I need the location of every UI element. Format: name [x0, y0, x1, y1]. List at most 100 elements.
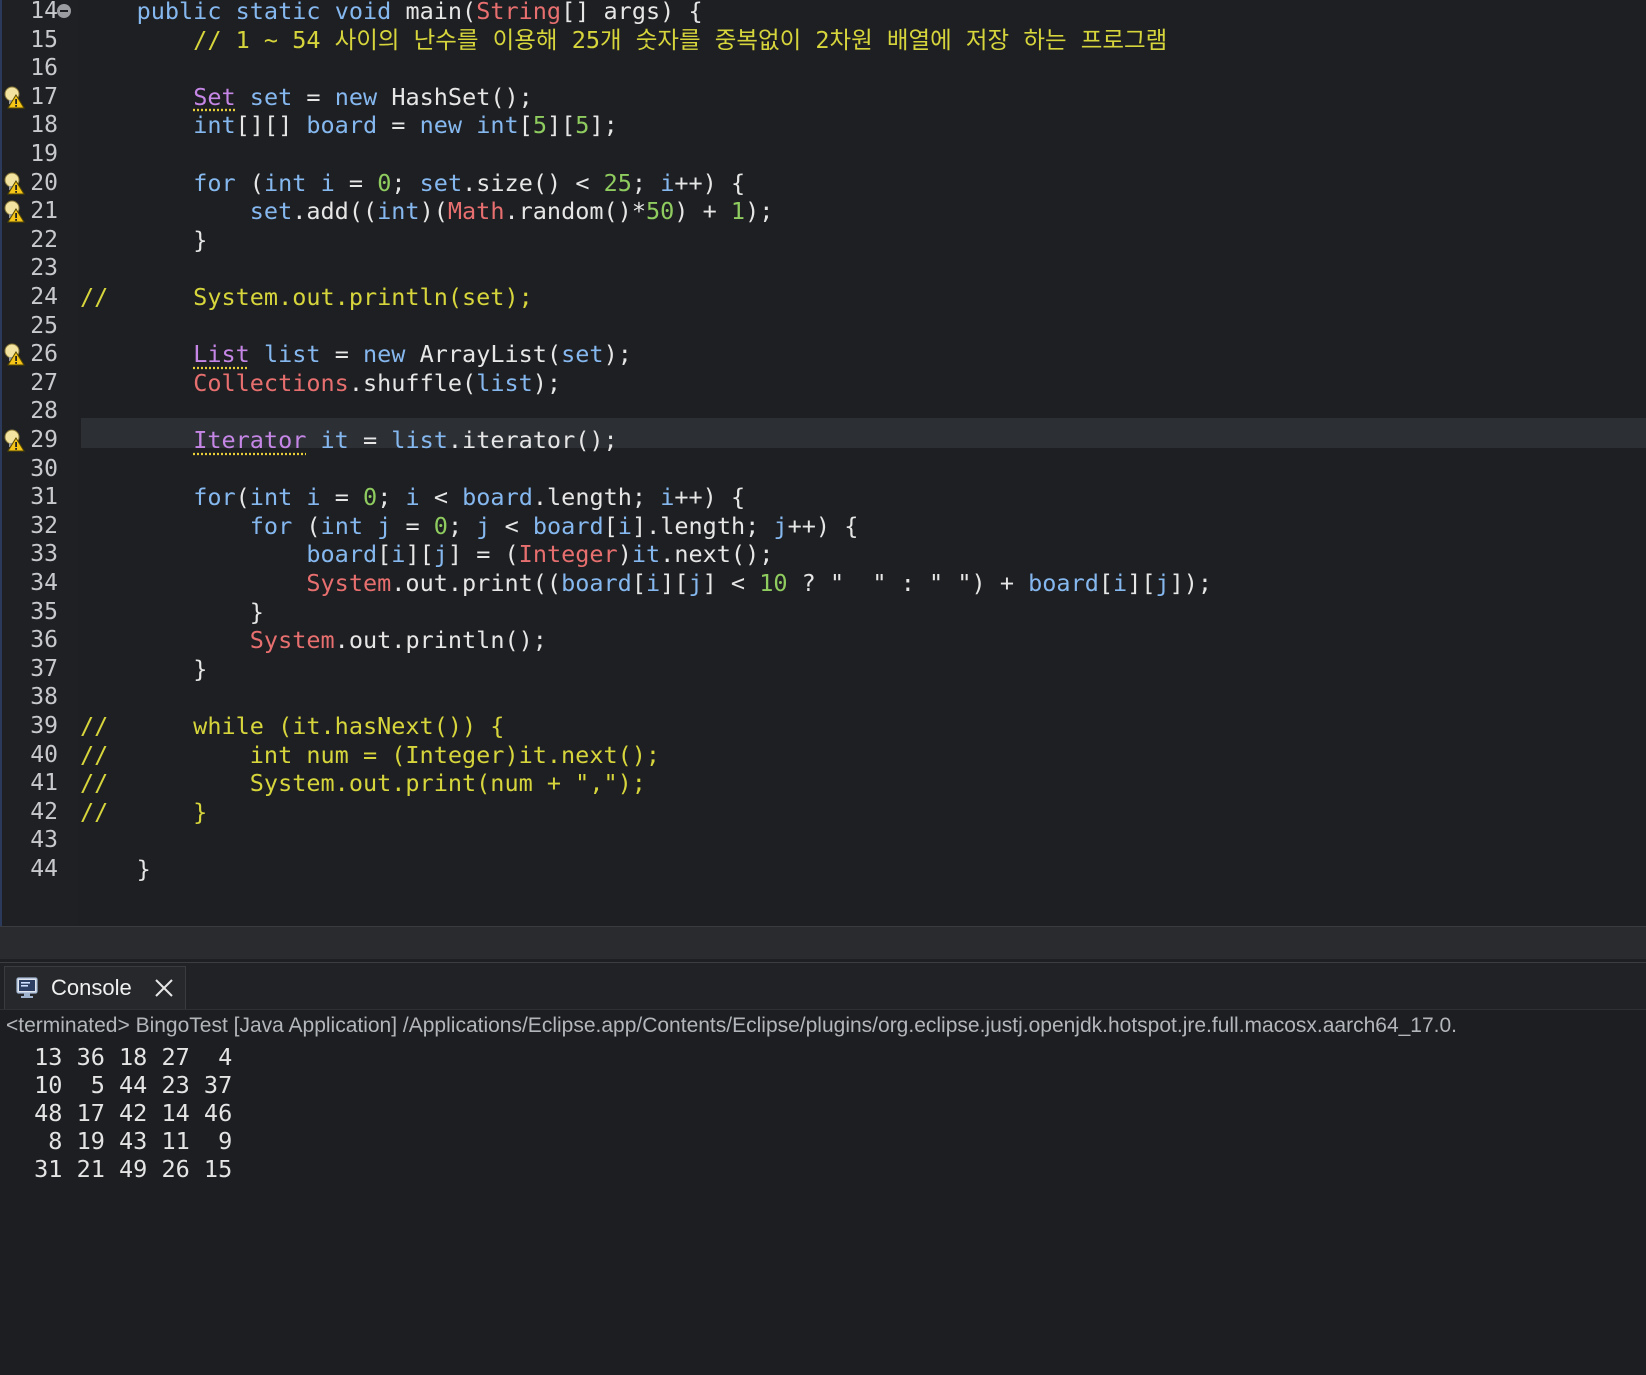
lightbulb-warning-icon[interactable] — [2, 342, 26, 366]
lightbulb-warning-icon[interactable] — [2, 171, 26, 195]
code-text: System.out.print((board[i][j] < 10 ? " "… — [80, 568, 1212, 598]
code-text: for (int i = 0; set.size() < 25; i++) { — [80, 168, 745, 198]
line-number: 30 — [18, 454, 58, 484]
console-output-line: 13 36 18 27 4 — [20, 1043, 232, 1071]
code-text: Collections.shuffle(list); — [80, 368, 561, 398]
line-number: 27 — [18, 368, 58, 398]
lightbulb-warning-icon[interactable] — [2, 428, 26, 452]
code-text: // 1 ~ 54 사이의 난수를 이용해 25개 숫자를 중복없이 2차원 배… — [80, 25, 1167, 55]
line-number: 37 — [18, 654, 58, 684]
code-text: Iterator it = list.iterator(); — [80, 425, 618, 455]
lightbulb-warning-icon[interactable] — [2, 85, 26, 109]
code-text: board[i][j] = (Integer)it.next(); — [80, 539, 773, 569]
console-output-line: 8 19 43 11 9 — [20, 1127, 232, 1155]
console-tab-bar: Console — [0, 963, 1646, 1010]
code-text: List list = new ArrayList(set); — [80, 339, 632, 369]
code-line[interactable]: 31 for(int i = 0; i < board.length; i++)… — [0, 482, 1646, 512]
code-line[interactable]: 41 // System.out.print(num + ","); — [0, 768, 1646, 798]
code-line[interactable]: 27 Collections.shuffle(list); — [0, 368, 1646, 398]
code-line[interactable]: 25 — [0, 311, 1646, 341]
code-line[interactable]: 43 — [0, 825, 1646, 855]
code-text: for(int i = 0; i < board.length; i++) { — [80, 482, 745, 512]
tab-console[interactable]: Console — [4, 966, 186, 1009]
console-panel: Console <terminated> BingoTest [Java App… — [0, 962, 1646, 1375]
code-line[interactable]: 33 board[i][j] = (Integer)it.next(); — [0, 539, 1646, 569]
code-line[interactable]: 37 } — [0, 654, 1646, 684]
line-number: 24 — [18, 282, 58, 312]
scrollbar-gutter-area — [0, 927, 104, 959]
code-line[interactable]: 32 for (int j = 0; j < board[i].length; … — [0, 511, 1646, 541]
line-number: 19 — [18, 139, 58, 169]
code-text: // System.out.println(set); — [80, 282, 533, 312]
code-line[interactable]: 17 Set set = new HashSet(); — [0, 82, 1646, 112]
code-text: Set set = new HashSet(); — [80, 82, 533, 112]
line-number: 35 — [18, 597, 58, 627]
line-number: 15 — [18, 25, 58, 55]
code-line[interactable]: 42 // } — [0, 797, 1646, 827]
code-line[interactable]: 28 — [0, 396, 1646, 426]
console-tab-label: Console — [51, 975, 132, 1001]
code-editor[interactable]: 14 public static void main(String[] args… — [0, 0, 1646, 926]
console-output-line: 48 17 42 14 46 — [20, 1099, 232, 1127]
code-line[interactable]: 18 int[][] board = new int[5][5]; — [0, 110, 1646, 140]
fold-collapse-icon[interactable] — [56, 3, 72, 19]
code-line[interactable]: 29 Iterator it = list.iterator(); — [0, 425, 1646, 455]
code-line[interactable]: 30 — [0, 454, 1646, 484]
line-number: 22 — [18, 225, 58, 255]
line-number: 25 — [18, 311, 58, 341]
code-text: // while (it.hasNext()) { — [80, 711, 504, 741]
line-number: 32 — [18, 511, 58, 541]
code-text: int[][] board = new int[5][5]; — [80, 110, 618, 140]
code-text: // } — [80, 797, 207, 827]
line-number: 44 — [18, 854, 58, 884]
line-number: 42 — [18, 797, 58, 827]
console-output[interactable]: 13 36 18 27 4 10 5 44 23 37 48 17 42 14 … — [20, 1043, 232, 1183]
line-number: 18 — [18, 110, 58, 140]
code-text: set.add((int)(Math.random()*50) + 1); — [80, 196, 773, 226]
line-number: 16 — [18, 53, 58, 83]
close-icon[interactable] — [153, 977, 175, 999]
code-text: public static void main(String[] args) { — [80, 0, 703, 26]
code-text: } — [80, 225, 207, 255]
line-number: 43 — [18, 825, 58, 855]
code-line[interactable]: 21 set.add((int)(Math.random()*50) + 1); — [0, 196, 1646, 226]
code-line[interactable]: 24 // System.out.println(set); — [0, 282, 1646, 312]
code-text: // System.out.print(num + ","); — [80, 768, 646, 798]
line-number: 14 — [18, 0, 58, 26]
line-number: 31 — [18, 482, 58, 512]
code-line[interactable]: 23 — [0, 253, 1646, 283]
line-number: 39 — [18, 711, 58, 741]
line-number: 28 — [18, 396, 58, 426]
code-line[interactable]: 40 // int num = (Integer)it.next(); — [0, 740, 1646, 770]
code-text: // int num = (Integer)it.next(); — [80, 740, 660, 770]
line-number: 38 — [18, 682, 58, 712]
line-number: 36 — [18, 625, 58, 655]
code-text: System.out.println(); — [80, 625, 547, 655]
code-line[interactable]: 22 } — [0, 225, 1646, 255]
console-output-line: 10 5 44 23 37 — [20, 1071, 232, 1099]
code-text: } — [80, 597, 264, 627]
console-output-line: 31 21 49 26 15 — [20, 1155, 232, 1183]
code-line[interactable]: 26 List list = new ArrayList(set); — [0, 339, 1646, 369]
code-line[interactable]: 19 — [0, 139, 1646, 169]
line-number: 41 — [18, 768, 58, 798]
editor-horizontal-scrollbar[interactable] — [0, 926, 1646, 959]
code-line[interactable]: 38 — [0, 682, 1646, 712]
code-line[interactable]: 39 // while (it.hasNext()) { — [0, 711, 1646, 741]
code-line[interactable]: 44 } — [0, 854, 1646, 884]
code-text: for (int j = 0; j < board[i].length; j++… — [80, 511, 858, 541]
line-number: 34 — [18, 568, 58, 598]
line-number: 23 — [18, 253, 58, 283]
code-line[interactable]: 36 System.out.println(); — [0, 625, 1646, 655]
code-line[interactable]: 35 } — [0, 597, 1646, 627]
code-line[interactable]: 20 for (int i = 0; set.size() < 25; i++)… — [0, 168, 1646, 198]
line-number: 40 — [18, 740, 58, 770]
lightbulb-warning-icon[interactable] — [2, 199, 26, 223]
code-text: } — [80, 854, 151, 884]
code-line[interactable]: 34 System.out.print((board[i][j] < 10 ? … — [0, 568, 1646, 598]
code-line[interactable]: 14 public static void main(String[] args… — [0, 0, 1646, 26]
code-text: } — [80, 654, 207, 684]
code-line[interactable]: 16 — [0, 53, 1646, 83]
console-monitor-icon — [15, 976, 41, 1000]
code-line[interactable]: 15 // 1 ~ 54 사이의 난수를 이용해 25개 숫자를 중복없이 2차… — [0, 25, 1646, 55]
